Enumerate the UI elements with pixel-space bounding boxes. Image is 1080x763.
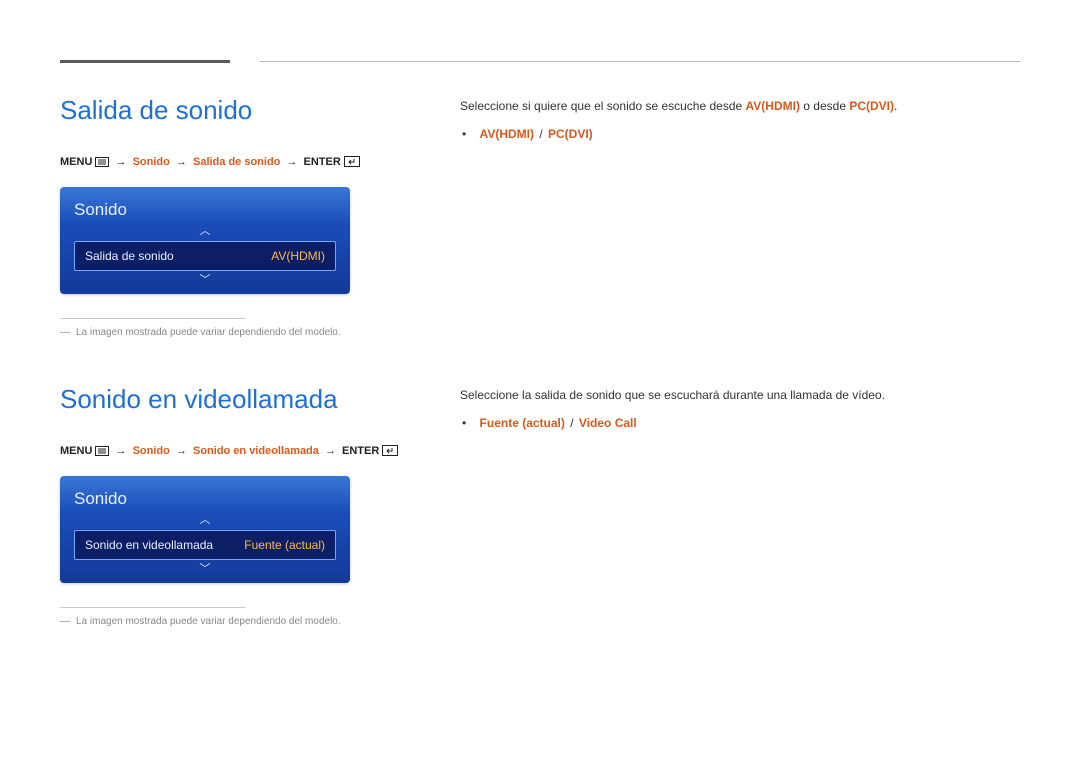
section1-left: Salida de sonido MENU → Sonido → Salida … [60, 91, 400, 340]
enter-label: ENTER [304, 156, 341, 168]
section1-menu-path: MENU → Sonido → Salida de sonido → ENTER [60, 154, 400, 171]
path-seg-sonido: Sonido [133, 156, 170, 168]
panel-row-label: Salida de sonido [85, 247, 174, 265]
arrow-icon: → [113, 445, 130, 457]
path-seg-sonido: Sonido [133, 445, 170, 457]
section2-menu-path: MENU → Sonido → Sonido en videollamada →… [60, 443, 400, 460]
section2-title: Sonido en videollamada [60, 380, 400, 419]
desc-hl2: PC(DVI) [849, 99, 894, 113]
panel-option-row[interactable]: Salida de sonido AV(HDMI) [74, 241, 336, 271]
panel-row-value: Fuente (actual) [244, 536, 325, 554]
section1-footnote: La imagen mostrada puede variar dependie… [60, 325, 400, 340]
option-video-call: Video Call [579, 416, 637, 430]
arrow-icon: → [283, 156, 300, 168]
menu-label: MENU [60, 156, 92, 168]
arrow-icon: → [173, 156, 190, 168]
section1-options-list: AV(HDMI) / PC(DVI) [460, 125, 1020, 143]
panel-title: Sonido [74, 486, 336, 512]
section2-right: Seleccione la salida de sonido que se es… [460, 380, 1020, 629]
chevron-down-icon[interactable]: ﹀ [74, 273, 336, 288]
panel-option-row[interactable]: Sonido en videollamada Fuente (actual) [74, 530, 336, 560]
menu-icon [95, 157, 109, 167]
chevron-down-icon[interactable]: ﹀ [74, 562, 336, 577]
section1-description: Seleccione si quiere que el sonido se es… [460, 97, 1020, 115]
list-item: AV(HDMI) / PC(DVI) [480, 125, 1020, 143]
panel-row-value: AV(HDMI) [271, 247, 325, 265]
option-avhdmi: AV(HDMI) [480, 127, 534, 141]
section2-description: Seleccione la salida de sonido que se es… [460, 386, 1020, 404]
section1-panel: Sonido ︿ Salida de sonido AV(HDMI) ﹀ [60, 187, 350, 295]
section1-title: Salida de sonido [60, 91, 400, 130]
path-seg-videollamada: Sonido en videollamada [193, 445, 319, 457]
panel-title: Sonido [74, 197, 336, 223]
section-sonido-en-videollamada: Sonido en videollamada MENU → Sonido → S… [60, 380, 1020, 629]
option-separator: / [534, 127, 548, 141]
desc-post: . [894, 99, 897, 113]
option-separator: / [565, 416, 579, 430]
option-pcdvi: PC(DVI) [548, 127, 593, 141]
section2-left: Sonido en videollamada MENU → Sonido → S… [60, 380, 400, 629]
top-rule-thin [260, 61, 1020, 62]
desc-pre: Seleccione si quiere que el sonido se es… [460, 99, 746, 113]
chevron-up-icon[interactable]: ︿ [74, 513, 336, 528]
desc-mid: o desde [800, 99, 849, 113]
enter-icon [344, 156, 360, 167]
enter-icon [382, 445, 398, 456]
desc-hl1: AV(HDMI) [746, 99, 800, 113]
section2-footnote: La imagen mostrada puede variar dependie… [60, 614, 400, 629]
enter-label: ENTER [342, 445, 379, 457]
option-fuente-actual: Fuente (actual) [480, 416, 565, 430]
arrow-icon: → [113, 156, 130, 168]
footnote-divider [60, 607, 245, 608]
page-top-rule [60, 60, 1020, 63]
section-salida-de-sonido: Salida de sonido MENU → Sonido → Salida … [60, 91, 1020, 340]
panel-row-label: Sonido en videollamada [85, 536, 213, 554]
arrow-icon: → [322, 445, 339, 457]
menu-icon [95, 446, 109, 456]
list-item: Fuente (actual) / Video Call [480, 414, 1020, 432]
path-seg-salida: Salida de sonido [193, 156, 280, 168]
section1-right: Seleccione si quiere que el sonido se es… [460, 91, 1020, 340]
top-rule-thick [60, 60, 230, 63]
arrow-icon: → [173, 445, 190, 457]
footnote-divider [60, 318, 245, 319]
menu-label: MENU [60, 445, 92, 457]
section2-panel: Sonido ︿ Sonido en videollamada Fuente (… [60, 476, 350, 584]
chevron-up-icon[interactable]: ︿ [74, 224, 336, 239]
section2-options-list: Fuente (actual) / Video Call [460, 414, 1020, 432]
